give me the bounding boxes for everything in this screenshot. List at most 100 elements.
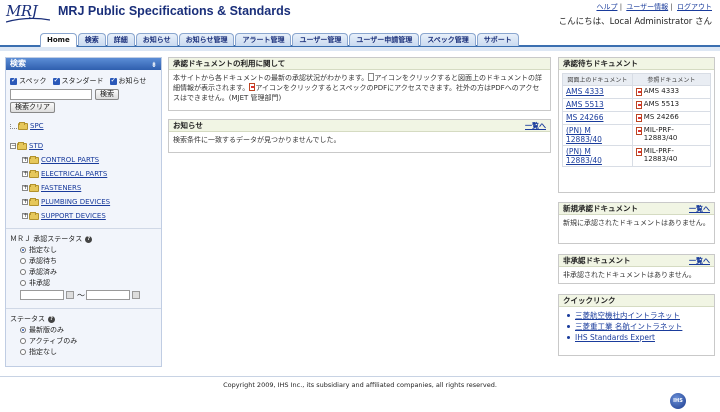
collapse-tree-icon[interactable]: −: [10, 143, 16, 149]
calendar-icon[interactable]: [132, 291, 140, 299]
tree-node-fasteners[interactable]: + FASTENERS: [10, 181, 161, 195]
tree-link-fasteners[interactable]: FASTENERS: [41, 184, 81, 192]
user-info-link[interactable]: ユーザー情報: [626, 3, 668, 11]
tree-node-spc[interactable]: SPC: [10, 119, 161, 133]
tree-link-plumbing-devices[interactable]: PLUMBING DEVICES: [41, 198, 110, 206]
search-button[interactable]: 検索: [95, 89, 119, 100]
search-sidebar: 検索 ⇟ スペック スタンダード お知らせ 検索 検索クリア SPC − STD…: [5, 57, 162, 367]
status2-option-latest[interactable]: 最新版のみ: [6, 324, 161, 335]
folder-icon: [29, 211, 39, 220]
status2-option-active[interactable]: アクティブのみ: [6, 335, 161, 346]
doc-link[interactable]: (PN) M 12883/40: [566, 147, 602, 165]
status-option-approved[interactable]: 承認済み: [6, 266, 161, 277]
ref-doc: AMS 5513: [643, 100, 680, 108]
tab-bar: Home 検索 詳細 お知らせ お知らせ管理 アラート管理 ユーザー管理 ユーザ…: [0, 33, 720, 47]
radio-button[interactable]: [20, 326, 26, 333]
unapproved-more-link[interactable]: 一覧へ: [689, 255, 710, 267]
expand-tree-icon[interactable]: +: [22, 157, 28, 163]
radio-button[interactable]: [20, 337, 26, 344]
unapproved-header: 非承認ドキュメント 一覧へ: [559, 255, 714, 267]
doc-link[interactable]: MS 24266: [566, 113, 603, 122]
top-links: ヘルプ | ユーザー情報 | ログアウト: [594, 2, 712, 12]
tab-alert-admin[interactable]: アラート管理: [235, 33, 292, 46]
radio-button[interactable]: [20, 257, 26, 264]
expand-tree-icon[interactable]: +: [22, 213, 28, 219]
quicklink-mitsubishi-aircraft[interactable]: 三菱航空機社内イントラネット: [575, 310, 680, 321]
new-approved-more-link[interactable]: 一覧へ: [689, 203, 710, 215]
expand-tree-icon[interactable]: +: [22, 171, 28, 177]
news-checkbox[interactable]: [109, 76, 117, 85]
radio-button[interactable]: [20, 279, 26, 286]
news-checkbox-label: お知らせ: [118, 77, 147, 85]
tab-user-admin[interactable]: ユーザー管理: [292, 33, 349, 46]
unapproved-panel: 非承認ドキュメント 一覧へ 非承認されたドキュメントはありません。: [558, 254, 715, 284]
doc-link[interactable]: AMS 5513: [566, 100, 604, 109]
expand-tree-icon[interactable]: +: [22, 185, 28, 191]
expand-tree-icon[interactable]: +: [22, 199, 28, 205]
link-separator: |: [670, 3, 673, 11]
search-input[interactable]: [10, 89, 92, 100]
tree-node-std[interactable]: − STD: [10, 139, 161, 153]
folder-icon: [29, 169, 39, 178]
new-approved-header: 新規承認ドキュメント 一覧へ: [559, 203, 714, 215]
tab-detail[interactable]: 詳細: [106, 33, 135, 46]
new-approved-body: 新規に承認されたドキュメントはありません。: [563, 219, 710, 227]
status-label: ステータス ?: [6, 309, 161, 324]
radio-button[interactable]: [20, 268, 26, 275]
new-approved-title: 新規承認ドキュメント: [563, 204, 638, 213]
status-option-pending[interactable]: 承認待ち: [6, 255, 161, 266]
tree-node-control-parts[interactable]: + CONTROL PARTS: [10, 153, 161, 167]
date-to-input[interactable]: [86, 290, 130, 300]
range-separator: ～: [77, 290, 85, 300]
status2-option-none[interactable]: 指定なし: [6, 346, 161, 357]
tab-support[interactable]: サポート: [476, 33, 519, 46]
tree-node-support-devices[interactable]: + SUPPORT DEVICES: [10, 209, 161, 223]
quicklink-mhi-nagoya[interactable]: 三菱重工業 名航イントラネット: [575, 321, 682, 332]
tab-news[interactable]: お知らせ: [135, 33, 178, 46]
tab-search[interactable]: 検索: [77, 33, 106, 46]
doc-link[interactable]: AMS 4333: [566, 87, 604, 96]
standard-checkbox[interactable]: [52, 76, 60, 85]
quicklink-ihs-standards-expert[interactable]: IHS Standards Expert: [575, 332, 655, 343]
doc-link[interactable]: (PN) M 12883/40: [566, 126, 602, 144]
tree-link-std[interactable]: STD: [29, 142, 43, 150]
news-panel-body: 検索条件に一致するデータが見つかりませんでした。: [173, 136, 341, 144]
tree-link-electrical-parts[interactable]: ELECTRICAL PARTS: [41, 170, 107, 178]
radio-button[interactable]: [20, 348, 26, 355]
type-filters: スペック スタンダード お知らせ: [6, 70, 161, 86]
clear-search-button[interactable]: 検索クリア: [10, 102, 55, 113]
tab-news-admin[interactable]: お知らせ管理: [178, 33, 235, 46]
pdf-icon[interactable]: [635, 114, 642, 122]
list-item: IHS Standards Expert: [567, 332, 714, 343]
help-link[interactable]: ヘルプ: [596, 3, 617, 11]
spec-checkbox[interactable]: [10, 76, 17, 85]
pdf-icon[interactable]: [635, 88, 642, 96]
pdf-icon[interactable]: [635, 127, 642, 135]
tab-spec-admin[interactable]: スペック管理: [420, 33, 476, 46]
date-from-input[interactable]: [20, 290, 64, 300]
tree-link-spc[interactable]: SPC: [30, 122, 44, 130]
spec-checkbox-label: スペック: [19, 77, 47, 85]
help-icon[interactable]: ?: [85, 235, 93, 243]
pdf-icon[interactable]: [635, 148, 642, 156]
app-title: MRJ Public Specifications & Standards: [58, 4, 291, 18]
tree-link-control-parts[interactable]: CONTROL PARTS: [41, 156, 99, 164]
status-option-rejected[interactable]: 非承認: [6, 277, 161, 288]
folder-icon: [29, 183, 39, 192]
collapse-icon[interactable]: ⇟: [151, 59, 157, 71]
status-option-none[interactable]: 指定なし: [6, 244, 161, 255]
ref-doc: AMS 4333: [643, 87, 680, 95]
pdf-icon: [249, 83, 256, 91]
radio-button[interactable]: [20, 246, 26, 253]
tab-user-request-admin[interactable]: ユーザー申請管理: [349, 33, 420, 46]
logout-link[interactable]: ログアウト: [677, 3, 712, 11]
tree-node-plumbing-devices[interactable]: + PLUMBING DEVICES: [10, 195, 161, 209]
tree-link-support-devices[interactable]: SUPPORT DEVICES: [41, 212, 106, 220]
tab-home[interactable]: Home: [40, 33, 77, 47]
tree-node-electrical-parts[interactable]: + ELECTRICAL PARTS: [10, 167, 161, 181]
help-icon[interactable]: ?: [48, 315, 55, 323]
ref-doc: MIL-PRF-12883/40: [643, 126, 678, 142]
calendar-icon[interactable]: [66, 291, 74, 299]
pdf-icon[interactable]: [635, 101, 642, 109]
news-more-link[interactable]: 一覧へ: [525, 120, 546, 132]
